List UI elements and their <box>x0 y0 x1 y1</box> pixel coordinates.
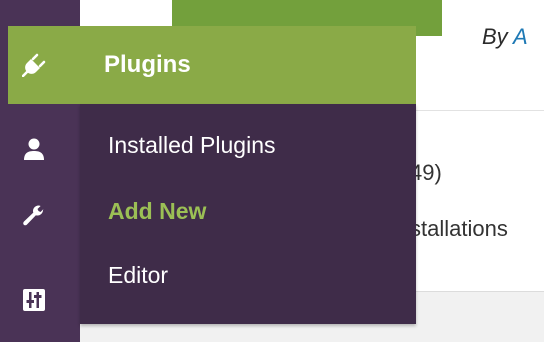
wrench-icon[interactable] <box>22 204 46 228</box>
sliders-icon[interactable] <box>22 288 46 312</box>
active-installations: stallations <box>410 216 508 241</box>
plugin-icon[interactable] <box>22 53 46 77</box>
by-prefix: By <box>482 24 513 49</box>
plugins-menu-title[interactable]: Plugins <box>104 51 191 79</box>
submenu-item-add-new[interactable]: Add New <box>108 198 206 225</box>
author-link[interactable]: A <box>513 24 528 49</box>
plugins-submenu: Installed Plugins Add New Editor <box>80 104 416 324</box>
user-icon[interactable] <box>22 137 46 161</box>
submenu-item-installed-plugins[interactable]: Installed Plugins <box>108 132 276 159</box>
submenu-item-editor[interactable]: Editor <box>108 262 168 289</box>
plugin-author-line: By A <box>482 24 528 50</box>
